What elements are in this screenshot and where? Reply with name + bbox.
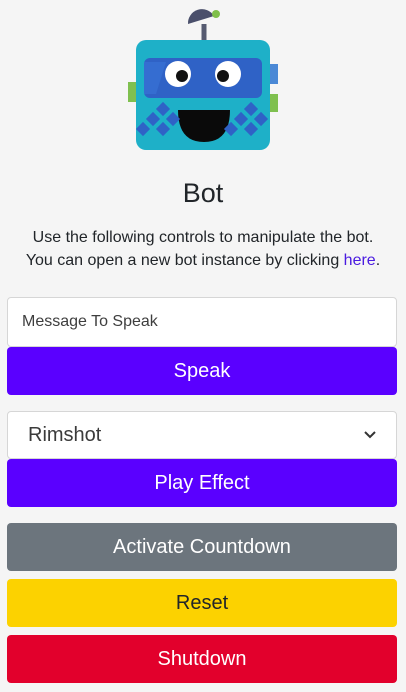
instructions-line-2: You can open a new bot instance by click… xyxy=(0,249,406,272)
message-field[interactable] xyxy=(7,297,397,347)
robot-icon xyxy=(128,9,278,150)
effect-select-value: Rimshot xyxy=(28,423,102,446)
instructions-suffix: . xyxy=(375,252,381,269)
instructions-prefix: You can open a new bot instance by click… xyxy=(25,252,344,269)
bot-avatar xyxy=(0,0,406,160)
chevron-down-icon xyxy=(364,428,376,442)
message-input[interactable] xyxy=(20,312,384,332)
play-effect-button[interactable]: Play Effect xyxy=(7,459,397,507)
activate-countdown-button[interactable]: Activate Countdown xyxy=(7,523,397,571)
instructions: Use the following controls to manipulate… xyxy=(0,226,406,272)
bot-control-page: Bot Use the following controls to manipu… xyxy=(0,0,406,692)
new-bot-instance-link[interactable]: here xyxy=(344,252,376,269)
effect-select[interactable]: Rimshot xyxy=(7,411,397,459)
shutdown-button[interactable]: Shutdown xyxy=(7,635,397,683)
page-title: Bot xyxy=(182,178,224,208)
instructions-line-1: Use the following controls to manipulate… xyxy=(32,229,374,246)
reset-button[interactable]: Reset xyxy=(7,579,397,627)
speak-button[interactable]: Speak xyxy=(7,347,397,395)
